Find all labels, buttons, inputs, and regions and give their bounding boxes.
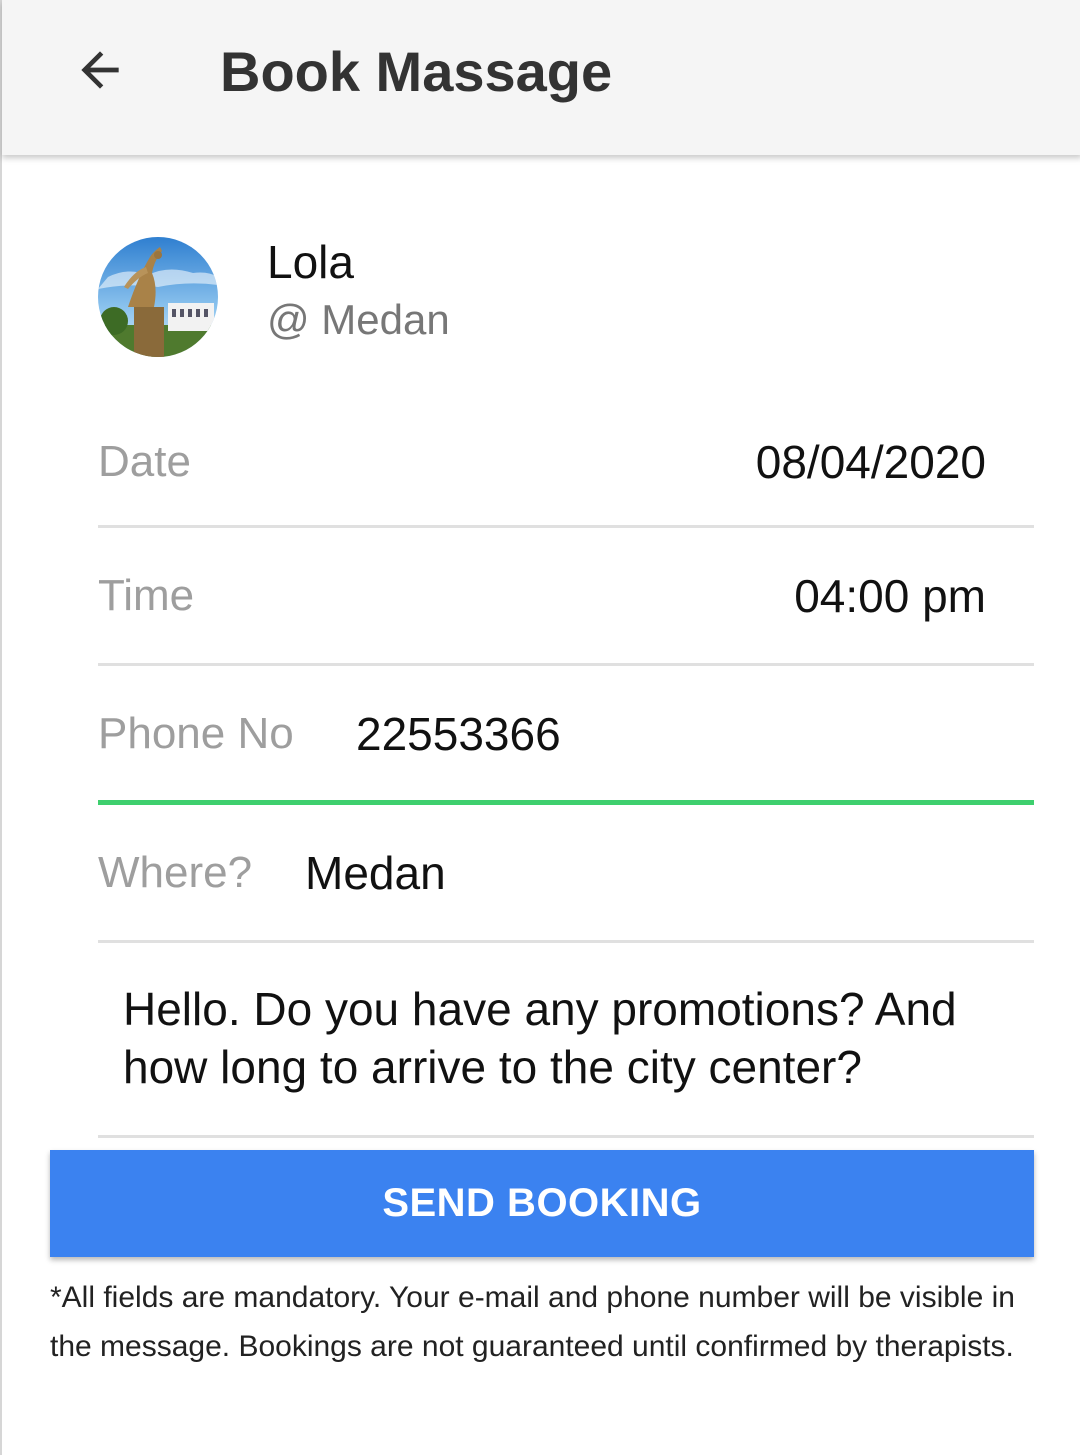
therapist-location: @ Medan	[267, 296, 450, 343]
therapist-name: Lola	[267, 236, 354, 288]
mandatory-fields-note: *All fields are mandatory. Your e-mail a…	[50, 1281, 1015, 1363]
page-title: Book Massage	[220, 40, 613, 103]
date-field[interactable]: Date 08/04/2020	[98, 420, 1034, 528]
phone-input[interactable]: 22553366	[356, 706, 561, 762]
time-value[interactable]: 04:00 pm	[794, 568, 986, 624]
date-value[interactable]: 08/04/2020	[756, 434, 986, 490]
where-input[interactable]: Medan	[305, 845, 446, 901]
date-label: Date	[98, 437, 191, 486]
message-input[interactable]: Hello. Do you have any promotions? And h…	[123, 980, 1013, 1096]
phone-field[interactable]: Phone No 22553366	[98, 666, 1034, 805]
app-bar: Book Massage	[2, 0, 1080, 155]
phone-label: Phone No	[98, 709, 294, 758]
where-label: Where?	[98, 848, 253, 897]
statue-photo-avatar	[98, 237, 218, 357]
where-field[interactable]: Where? Medan	[98, 805, 1034, 943]
time-label: Time	[98, 571, 195, 620]
send-booking-button[interactable]: SEND BOOKING	[50, 1150, 1034, 1257]
back-button[interactable]	[64, 34, 136, 106]
arrow-left-icon	[81, 51, 119, 89]
avatar[interactable]	[98, 237, 218, 357]
booking-screen: Book Massage Lola @ Medan Date 08/04/202…	[0, 0, 1080, 1455]
time-field[interactable]: Time 04:00 pm	[98, 528, 1034, 666]
